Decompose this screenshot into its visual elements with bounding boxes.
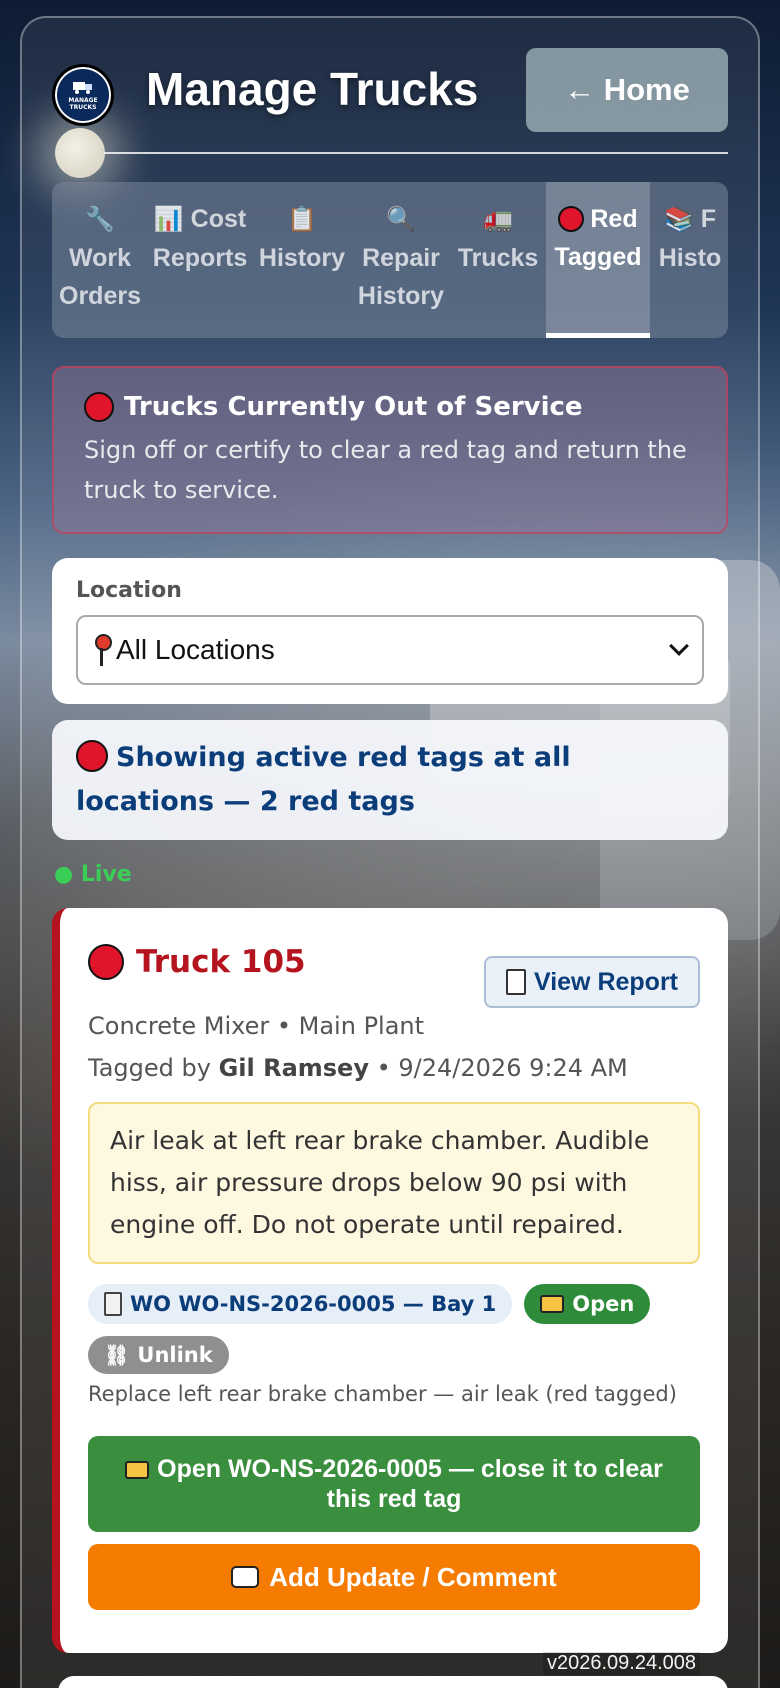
open-work-order-label: Open WO-NS-2026-0005 — close it to clear… bbox=[157, 1455, 663, 1513]
red-tag-status-card: Showing active red tags at all locations… bbox=[52, 720, 728, 840]
logo-text: MANAGE TRUCKS bbox=[68, 97, 98, 111]
tab-label: Histo bbox=[658, 244, 722, 272]
truck-icon: 🚛 bbox=[483, 206, 513, 233]
truck-meta: Concrete Mixer • Main Plant bbox=[88, 1012, 425, 1040]
red-circle-icon bbox=[76, 740, 108, 772]
folder-icon bbox=[540, 1295, 565, 1313]
status-badge-open: Open bbox=[524, 1284, 651, 1324]
unlink-button[interactable]: ⛓ Unlink bbox=[88, 1336, 229, 1374]
tab-trucks[interactable]: 🚛 Trucks bbox=[450, 182, 546, 338]
location-label: Location bbox=[76, 578, 182, 603]
banner-title: Trucks Currently Out of Service bbox=[84, 392, 696, 422]
books-icon: 📚 bbox=[663, 206, 694, 233]
tagged-by-line: Tagged by Gil Ramsey • 9/24/2026 9:24 AM bbox=[88, 1054, 700, 1082]
live-indicator: ● Live bbox=[54, 862, 132, 887]
tab-label: Orders bbox=[59, 282, 141, 310]
app-logo: MANAGE TRUCKS bbox=[52, 64, 114, 126]
view-report-label: View Report bbox=[533, 967, 679, 996]
work-order-label: WO WO-NS-2026-0005 — Bay 1 bbox=[130, 1292, 497, 1316]
tagged-by-name: Gil Ramsey bbox=[218, 1054, 369, 1082]
truck-name: Truck 105 bbox=[136, 944, 306, 980]
status-text: Showing active red tags at all locations… bbox=[76, 742, 571, 817]
chevron-down-icon bbox=[669, 636, 689, 656]
tab-bar: 🔧 Work Orders 📊 Cost Reports 📋 History 🔍… bbox=[52, 182, 728, 338]
speech-bubble-icon bbox=[231, 1566, 260, 1588]
tab-label: History bbox=[357, 282, 445, 310]
red-tag-card: Truck 105 View Report Concrete Mixer • M… bbox=[52, 908, 728, 1653]
folder-icon bbox=[125, 1461, 150, 1479]
tab-label: Repair bbox=[362, 244, 440, 272]
version-label: v2026.09.24.008 bbox=[542, 1652, 700, 1675]
banner-title-text: Trucks Currently Out of Service bbox=[124, 392, 583, 422]
bar-chart-icon: 📊 bbox=[153, 206, 184, 233]
clipboard-icon: 📋 bbox=[287, 206, 317, 233]
red-circle-icon bbox=[88, 944, 124, 980]
red-circle-icon bbox=[84, 392, 114, 422]
pushpin-icon bbox=[94, 634, 112, 666]
tab-label: Cost bbox=[190, 205, 247, 233]
document-icon bbox=[505, 969, 526, 995]
wrench-icon: 🔧 bbox=[85, 206, 115, 233]
tagged-by-prefix: Tagged by bbox=[88, 1054, 211, 1082]
status-label: Open bbox=[572, 1292, 635, 1316]
tab-cost-reports[interactable]: 📊 Cost Reports bbox=[148, 182, 252, 338]
home-button[interactable]: ← Home bbox=[526, 48, 728, 132]
banner-subtitle: Sign off or certify to clear a red tag a… bbox=[84, 436, 687, 504]
tab-label: Reports bbox=[152, 244, 248, 272]
tab-label: Tagged bbox=[554, 243, 642, 271]
open-work-order-button[interactable]: Open WO-NS-2026-0005 — close it to clear… bbox=[88, 1436, 700, 1532]
red-tag-note: Air leak at left rear brake chamber. Aud… bbox=[88, 1102, 700, 1264]
tab-label: Red bbox=[590, 205, 638, 233]
tab-red-tagged[interactable]: Red Tagged bbox=[546, 182, 650, 338]
tab-label: History bbox=[258, 244, 346, 272]
tagged-at: • 9/24/2026 9:24 AM bbox=[376, 1054, 628, 1082]
add-update-label: Add Update / Comment bbox=[269, 1561, 557, 1592]
location-select[interactable]: All Locations bbox=[76, 615, 704, 685]
tab-work-orders[interactable]: 🔧 Work Orders bbox=[52, 182, 148, 338]
tab-fleet-history[interactable]: 📚 F Histo bbox=[650, 182, 728, 338]
page-title: Manage Trucks bbox=[146, 63, 479, 115]
truck-logo-icon bbox=[73, 82, 92, 94]
location-selected-value: All Locations bbox=[116, 634, 275, 665]
page-header: MANAGE TRUCKS Manage Trucks ← Home bbox=[52, 48, 728, 154]
tab-repair-history[interactable]: 🔍 Repair History bbox=[352, 182, 450, 338]
red-circle-icon bbox=[558, 206, 585, 232]
work-order-link[interactable]: WO WO-NS-2026-0005 — Bay 1 bbox=[88, 1284, 513, 1324]
view-report-button[interactable]: View Report bbox=[484, 956, 700, 1008]
magnifier-icon: 🔍 bbox=[386, 206, 416, 233]
link-break-icon: ⛓ bbox=[104, 1343, 130, 1367]
out-of-service-banner: Trucks Currently Out of Service Sign off… bbox=[52, 366, 728, 534]
unlink-label: Unlink bbox=[137, 1343, 213, 1367]
header-divider bbox=[104, 152, 728, 154]
clipboard-icon bbox=[104, 1292, 122, 1316]
tab-label: Trucks bbox=[457, 244, 539, 272]
next-red-tag-card bbox=[58, 1676, 728, 1688]
location-filter-card: Location All Locations bbox=[52, 558, 728, 704]
tab-label: F bbox=[700, 205, 717, 233]
work-order-chips: WO WO-NS-2026-0005 — Bay 1 Open ⛓ Unlink bbox=[88, 1284, 700, 1374]
work-order-description: Replace left rear brake chamber — air le… bbox=[88, 1382, 677, 1406]
tab-label: Work bbox=[68, 244, 132, 272]
add-update-button[interactable]: Add Update / Comment bbox=[88, 1544, 700, 1610]
tab-history[interactable]: 📋 History bbox=[252, 182, 352, 338]
